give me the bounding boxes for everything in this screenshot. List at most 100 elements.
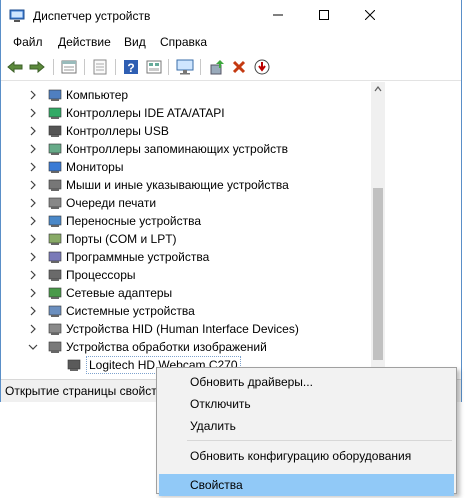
device-category[interactable]: Порты (COM и LPT) (2, 230, 372, 248)
device-category[interactable]: Контроллеры IDE ATA/ATAPI (2, 104, 372, 122)
device-label: Сетевые адаптеры (66, 286, 173, 300)
scan-hardware-item[interactable]: Обновить конфигурацию оборудования (159, 445, 454, 467)
back-button[interactable] (5, 57, 25, 77)
menu-item-label: Обновить конфигурацию оборудования (190, 449, 412, 463)
hid-icon (48, 323, 62, 335)
chevron-right-icon[interactable] (28, 144, 38, 154)
title-bar[interactable]: Диспетчер устройств (1, 0, 461, 32)
toolbar-separator (115, 59, 116, 75)
printer-icon (48, 197, 62, 209)
storage-controller-icon (48, 143, 62, 155)
ide-controller-icon (48, 107, 62, 119)
device-category[interactable]: Контроллеры USB (2, 122, 372, 140)
chevron-right-icon[interactable] (28, 198, 38, 208)
chevron-right-icon[interactable] (28, 270, 38, 280)
svg-text:?: ? (127, 61, 134, 75)
chevron-right-icon[interactable] (28, 126, 38, 136)
device-category[interactable]: Мыши и иные указывающие устройства (2, 176, 372, 194)
chevron-right-icon[interactable] (28, 162, 38, 172)
device-label: Устройства HID (Human Interface Devices) (66, 322, 299, 336)
chevron-right-icon[interactable] (28, 252, 38, 262)
webcam-icon (67, 359, 81, 371)
device-category[interactable]: Сетевые адаптеры (2, 284, 372, 302)
device-manager-window: Диспетчер устройств Файл Действие Вид Сп… (0, 0, 462, 402)
menu-action[interactable]: Действие (58, 35, 111, 49)
disable-button[interactable] (252, 57, 272, 77)
device-category[interactable]: Программные устройства (2, 248, 372, 266)
device-category[interactable]: Мониторы (2, 158, 372, 176)
chevron-right-icon[interactable] (28, 288, 38, 298)
chevron-right-icon[interactable] (28, 90, 38, 100)
device-tree[interactable]: Компьютер Контроллеры IDE ATA/ATAPI Контро… (2, 82, 372, 378)
menu-view[interactable]: Вид (124, 35, 146, 49)
view-icon (146, 60, 162, 74)
toolbar-separator (168, 59, 169, 75)
list-button[interactable] (90, 57, 110, 77)
toolbar-divider (1, 80, 461, 81)
chevron-right-icon[interactable] (28, 216, 38, 226)
device-category[interactable]: Компьютер (2, 86, 372, 104)
update-driver-button[interactable] (207, 57, 227, 77)
scroll-up-icon[interactable] (374, 85, 382, 93)
system-device-icon (48, 305, 62, 317)
chevron-right-icon[interactable] (28, 108, 38, 118)
status-text: Открытие страницы свойств (5, 384, 164, 398)
help-button[interactable]: ? (121, 57, 141, 77)
port-icon (48, 233, 62, 245)
properties-view-button[interactable] (59, 57, 79, 77)
close-button[interactable] (347, 0, 393, 30)
chevron-right-icon[interactable] (28, 180, 38, 190)
scan-hardware-button[interactable] (175, 57, 195, 77)
vertical-scrollbar[interactable] (371, 82, 385, 378)
chevron-right-icon[interactable] (28, 234, 38, 244)
chevron-down-icon[interactable] (28, 342, 38, 352)
device-label: Процессоры (66, 268, 136, 282)
disable-item[interactable]: Отключить (159, 393, 454, 415)
device-label: Контроллеры USB (66, 124, 169, 138)
device-label: Переносные устройства (66, 214, 202, 228)
properties-item[interactable]: Свойства (159, 474, 454, 496)
view-button[interactable] (144, 57, 164, 77)
back-arrow-icon (7, 61, 23, 73)
scrollbar-thumb[interactable] (373, 188, 383, 360)
device-label: Мониторы (66, 160, 124, 174)
menu-item-label: Удалить (190, 419, 236, 433)
update-drivers-item[interactable]: Обновить драйверы... (159, 371, 454, 393)
menu-item-label: Свойства (190, 478, 243, 492)
chevron-right-icon[interactable] (28, 306, 38, 316)
uninstall-item[interactable]: Удалить (159, 415, 454, 437)
device-category[interactable]: Устройства обработки изображений (2, 338, 372, 356)
properties-icon (61, 60, 77, 74)
device-label: Контроллеры IDE ATA/ATAPI (66, 106, 225, 120)
minimize-icon (273, 14, 283, 16)
menu-item-label: Обновить драйверы... (190, 375, 313, 389)
imaging-device-icon (48, 341, 62, 353)
device-category[interactable]: Контроллеры запоминающих устройств (2, 140, 372, 158)
device-category[interactable]: Процессоры (2, 266, 372, 284)
device-category[interactable]: Системные устройства (2, 302, 372, 320)
device-category[interactable]: Устройства HID (Human Interface Devices) (2, 320, 372, 338)
update-driver-icon (210, 60, 224, 75)
device-label: Программные устройства (66, 250, 210, 264)
menu-item-label: Отключить (190, 397, 251, 411)
processor-icon (48, 269, 62, 281)
download-icon (254, 59, 270, 75)
window-title: Диспетчер устройств (33, 9, 151, 23)
menu-help[interactable]: Справка (160, 35, 207, 49)
device-category[interactable]: Очереди печати (2, 194, 372, 212)
software-device-icon (48, 251, 62, 263)
device-label: Очереди печати (66, 196, 157, 210)
device-category[interactable]: Переносные устройства (2, 212, 372, 230)
uninstall-button[interactable] (229, 57, 249, 77)
network-adapter-icon (48, 287, 62, 299)
toolbar: ? (1, 55, 461, 79)
toolbar-separator (53, 59, 54, 75)
monitor-icon (48, 161, 62, 173)
menu-file[interactable]: Файл (13, 35, 43, 49)
minimize-button[interactable] (255, 0, 301, 30)
menu-separator (187, 440, 452, 441)
chevron-right-icon[interactable] (28, 324, 38, 334)
maximize-button[interactable] (301, 0, 347, 30)
forward-button[interactable] (27, 57, 47, 77)
portable-device-icon (48, 215, 62, 227)
